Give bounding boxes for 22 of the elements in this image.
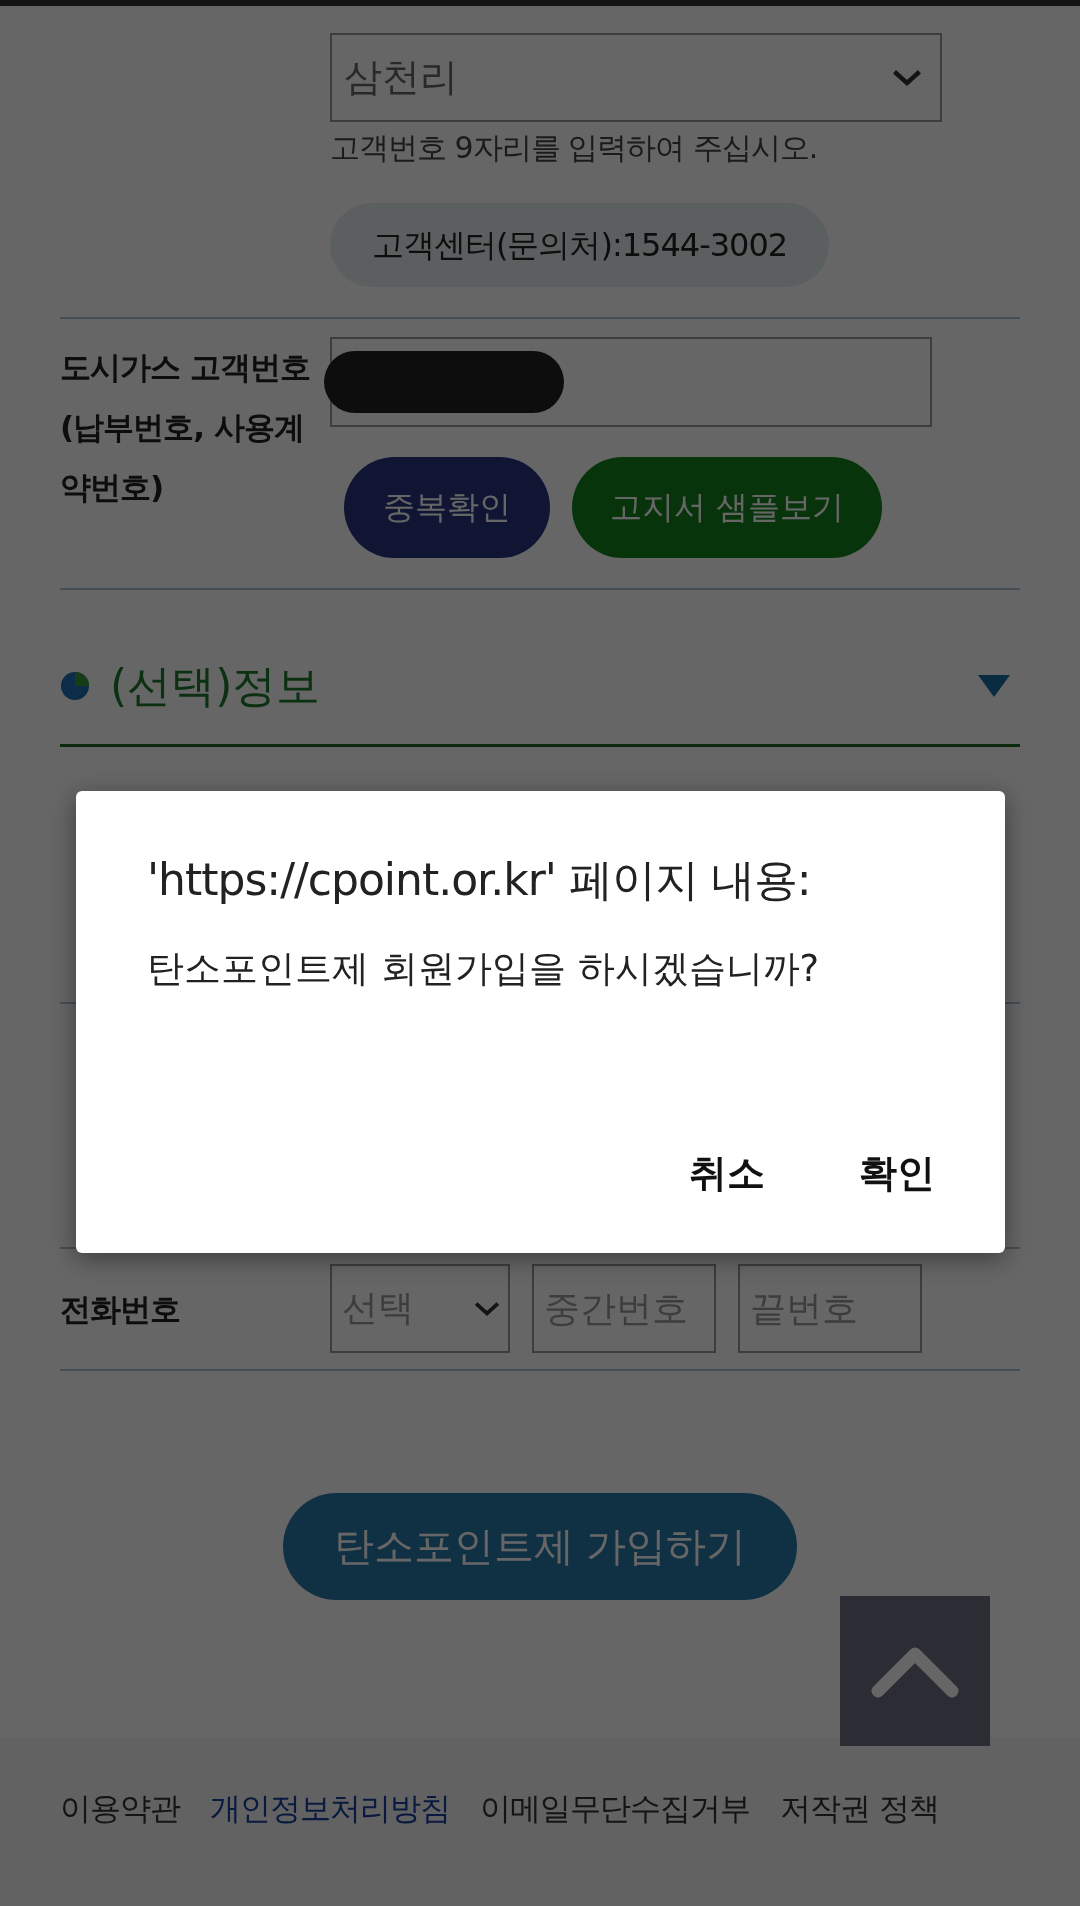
dialog-button[interactable]: 취소	[677, 1138, 777, 1209]
footer-link[interactable]: 이용약관	[60, 1788, 180, 1830]
field-label: 전화번호	[60, 1289, 181, 1329]
hint-text: 고객번호 9자리를 입력하여 주십시오.	[330, 129, 819, 167]
footer-link[interactable]: 저작권 정책	[780, 1788, 939, 1830]
dialog-title: 'https://cpoint.or.kr' 페이지 내용:	[147, 853, 812, 907]
section-title: (선택)정보	[110, 658, 322, 713]
contact-pill: 고객센터(문의처):1544-3002	[330, 203, 830, 287]
footer-link[interactable]: 이메일무단수집거부	[480, 1788, 750, 1830]
globe-dot-icon	[60, 671, 90, 701]
pill-button[interactable]: 고지서 샘플보기	[572, 457, 882, 558]
chevron-down-icon	[474, 1300, 500, 1317]
field-label: 도시가스 고객번호 (납부번호, 사용계약번호)	[60, 348, 311, 507]
provider-select[interactable]: 삼천리	[330, 33, 942, 122]
scroll-top-button[interactable]	[840, 1596, 990, 1746]
submit-button[interactable]: 탄소포인트제 가입하기	[283, 1493, 797, 1600]
dialog-message: 탄소포인트제 회원가입을 하시겠습니까?	[147, 946, 821, 992]
chevron-down-icon	[892, 68, 922, 87]
pill-button[interactable]: 중복확인	[344, 457, 550, 558]
dialog-button[interactable]: 확인	[847, 1138, 947, 1209]
footer-link[interactable]: 개인정보처리방침	[210, 1788, 450, 1830]
triangle-down-icon[interactable]	[978, 675, 1010, 697]
